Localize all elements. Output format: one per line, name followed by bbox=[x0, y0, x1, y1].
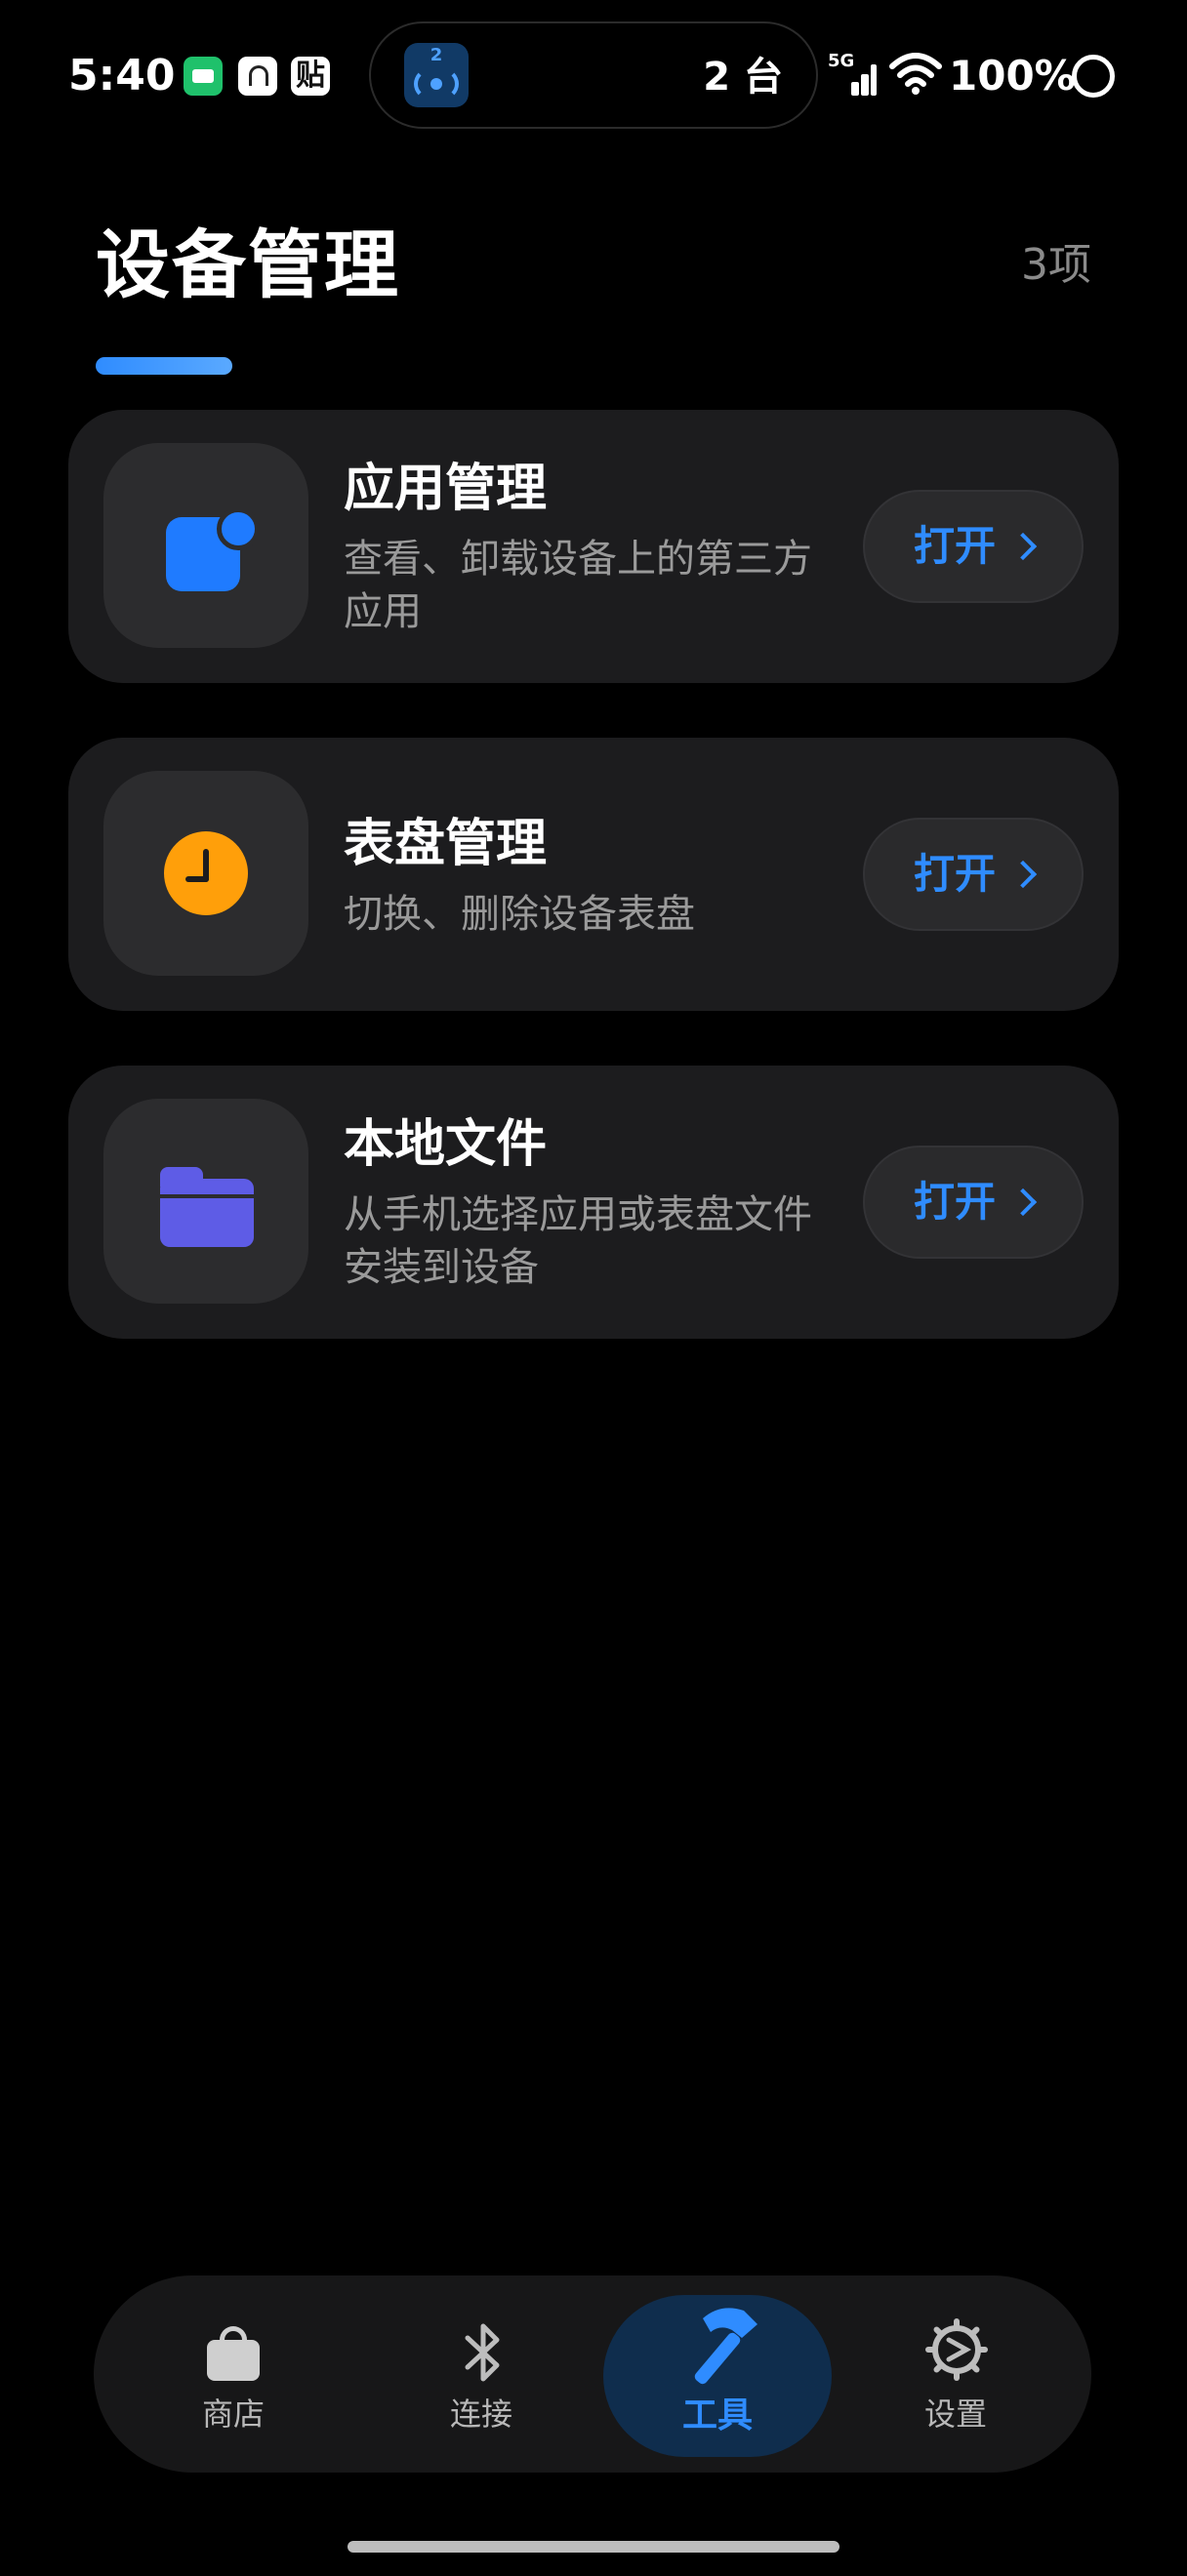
card-watchface-management[interactable]: 表盘管理 切换、删除设备表盘 打开 bbox=[68, 738, 1119, 1011]
chevron-right-icon bbox=[1008, 860, 1038, 889]
nav-item-settings[interactable]: 设置 bbox=[843, 2275, 1068, 2473]
chevron-right-icon bbox=[1008, 1187, 1038, 1217]
status-time: 5:40 bbox=[68, 51, 176, 101]
card-description: 从手机选择应用或表盘文件安装到设备 bbox=[344, 1192, 812, 1290]
nav-label: 工具 bbox=[681, 2395, 753, 2435]
app-icon bbox=[103, 443, 308, 648]
nav-label: 商店 bbox=[201, 2395, 265, 2433]
battery-level: 100% bbox=[949, 52, 1076, 100]
open-local-files-button[interactable]: 打开 bbox=[863, 1146, 1084, 1259]
clock-icon bbox=[103, 771, 308, 976]
open-watchface-management-button[interactable]: 打开 bbox=[863, 818, 1084, 931]
battery-ring-icon bbox=[1072, 55, 1115, 98]
nav-label: 连接 bbox=[449, 2395, 512, 2433]
shopping-bag-icon bbox=[207, 2326, 260, 2381]
card-title: 本地文件 bbox=[344, 1115, 548, 1174]
status-bar: 5:40 贴 2 2 台 5G 100% bbox=[0, 0, 1187, 146]
wifi-icon bbox=[889, 53, 942, 95]
button-label: 打开 bbox=[913, 1178, 996, 1226]
hammer-icon bbox=[694, 2308, 757, 2385]
bluetooth-icon bbox=[465, 2323, 500, 2382]
card-app-management[interactable]: 应用管理 查看、卸载设备上的第三方应用 打开 bbox=[68, 410, 1119, 683]
nav-label: 设置 bbox=[923, 2395, 987, 2433]
button-label: 打开 bbox=[913, 850, 996, 898]
folder-icon bbox=[103, 1099, 308, 1304]
nav-item-tools[interactable]: 工具 bbox=[605, 2275, 830, 2473]
home-indicator[interactable] bbox=[348, 2541, 839, 2553]
chevron-right-icon bbox=[1008, 532, 1038, 561]
gear-icon bbox=[925, 2318, 988, 2381]
island-badge: 2 bbox=[430, 45, 443, 65]
card-description: 查看、卸载设备上的第三方应用 bbox=[344, 537, 812, 634]
page-title: 设备管理 bbox=[96, 221, 400, 308]
nav-item-store[interactable]: 商店 bbox=[121, 2275, 346, 2473]
item-count: 3项 bbox=[1021, 240, 1091, 290]
bottom-nav: 商店 连接 工具 设置 bbox=[94, 2275, 1091, 2473]
open-app-management-button[interactable]: 打开 bbox=[863, 490, 1084, 603]
broadcast-icon: 2 bbox=[404, 43, 469, 107]
dynamic-island[interactable]: 2 2 台 bbox=[369, 21, 818, 129]
paste-icon: 贴 bbox=[291, 57, 330, 96]
button-label: 打开 bbox=[913, 522, 996, 570]
link-icon bbox=[238, 57, 277, 96]
card-title: 表盘管理 bbox=[344, 815, 548, 873]
signal-icon bbox=[832, 57, 877, 96]
card-title: 应用管理 bbox=[344, 460, 548, 518]
nav-item-connect[interactable]: 连接 bbox=[369, 2275, 594, 2473]
title-underline bbox=[96, 357, 232, 375]
card-local-files[interactable]: 本地文件 从手机选择应用或表盘文件安装到设备 打开 bbox=[68, 1066, 1119, 1339]
card-description: 切换、删除设备表盘 bbox=[344, 892, 695, 937]
battery-saver-icon bbox=[184, 57, 223, 96]
connected-device-count: 2 台 bbox=[703, 55, 783, 100]
